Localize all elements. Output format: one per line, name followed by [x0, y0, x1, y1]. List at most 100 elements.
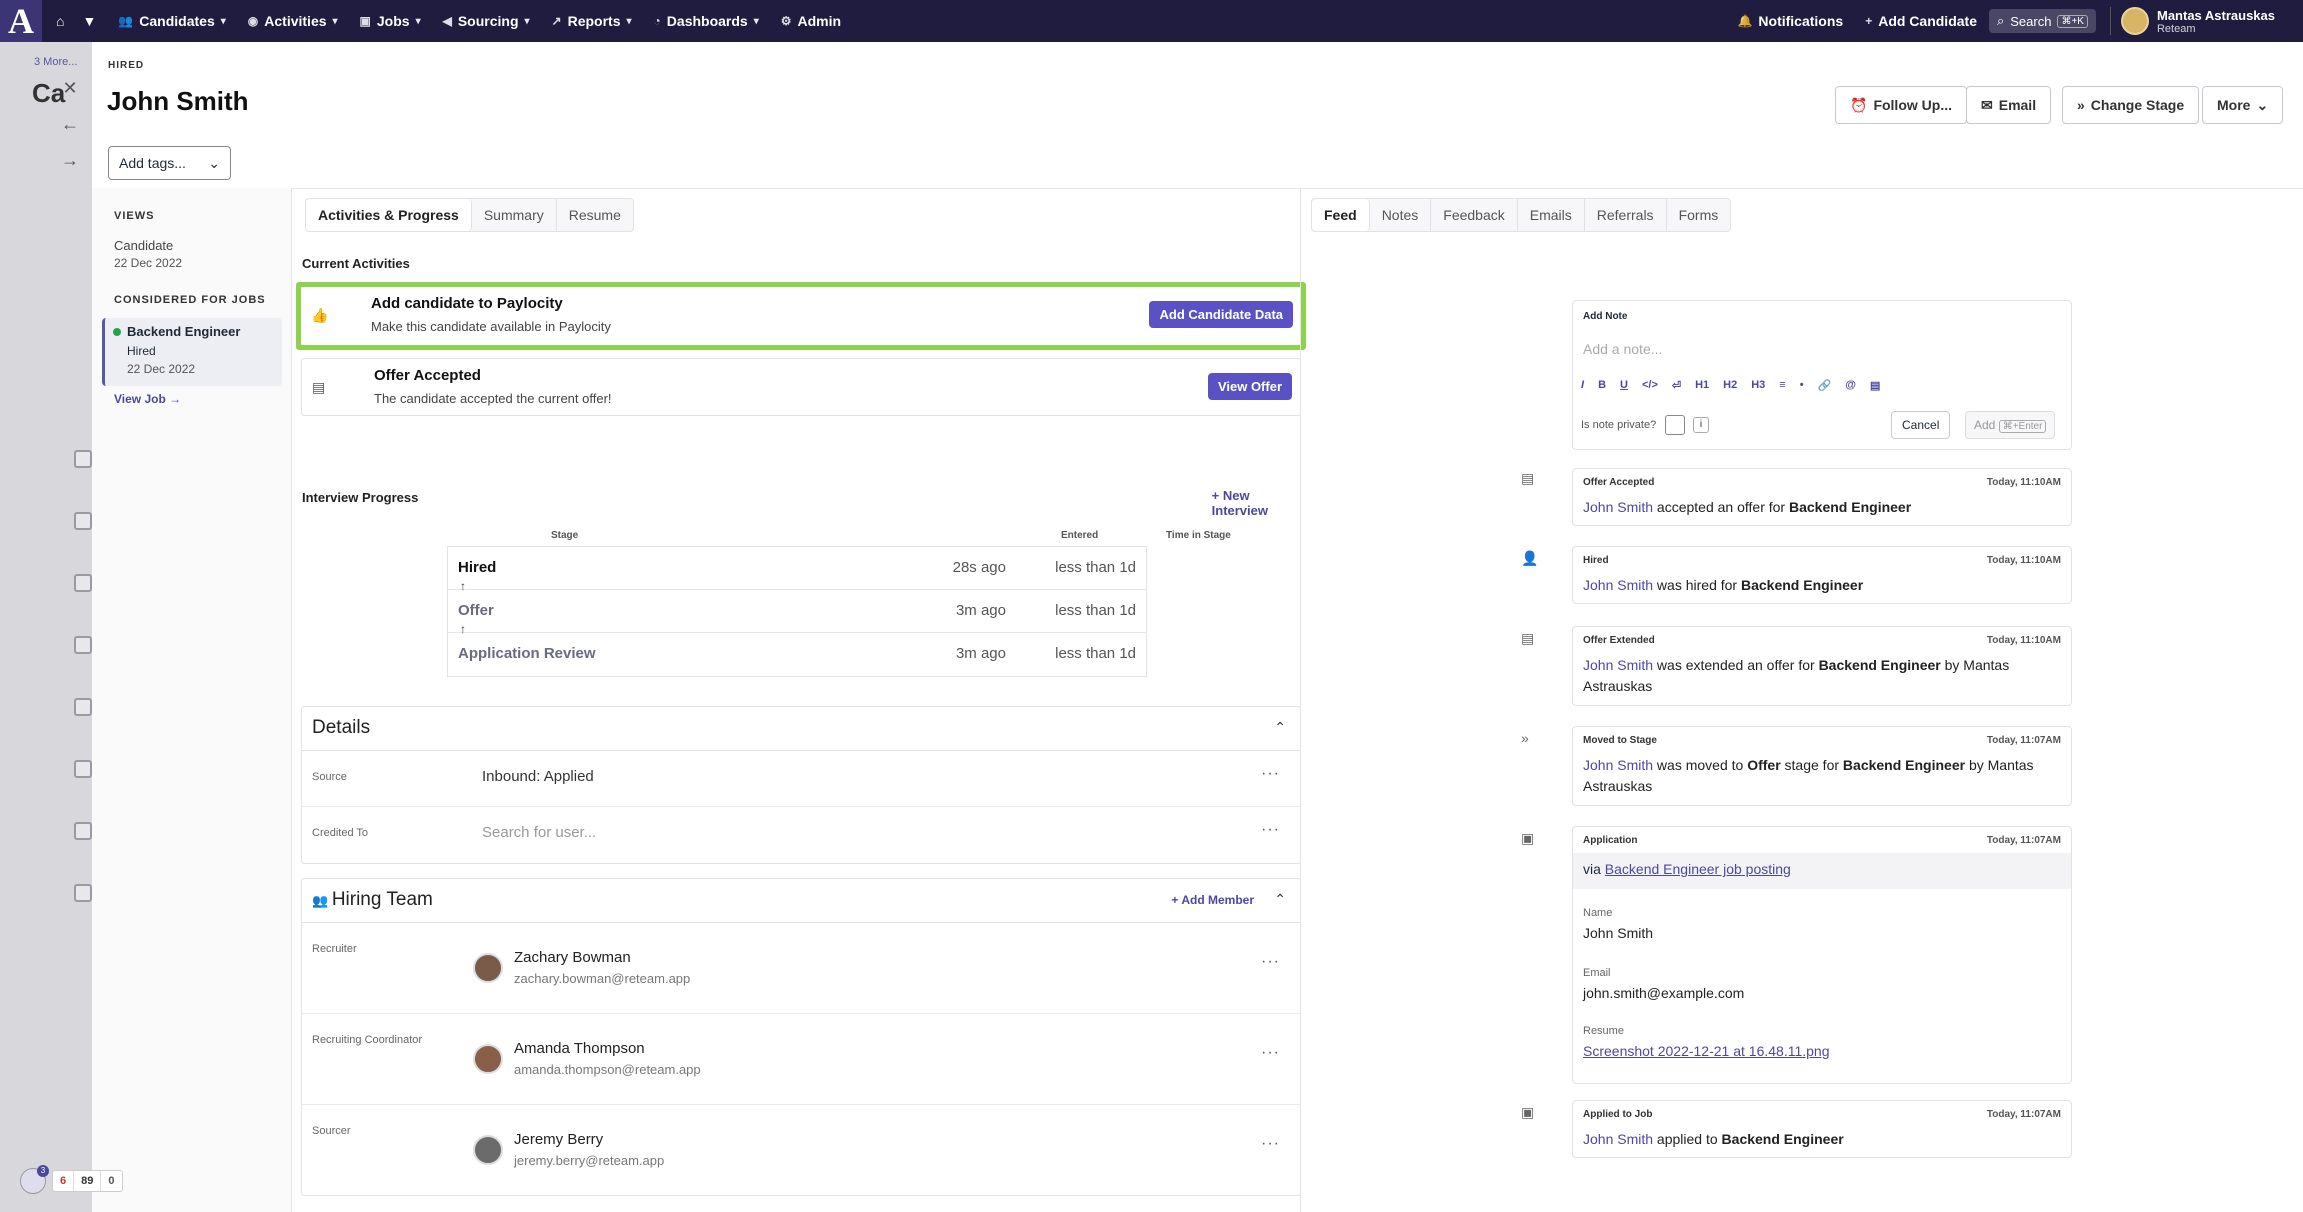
add-member-button[interactable]: + Add Member	[1171, 893, 1254, 907]
nav-reports[interactable]: ↗ Reports ▾	[552, 13, 632, 29]
resume-link[interactable]: Screenshot 2022-12-21 at 16.48.11.png	[1583, 1043, 1829, 1059]
search-button[interactable]: ⌕ Search ⌘+K	[1988, 9, 2096, 33]
add-candidate-data-button[interactable]: Add Candidate Data	[1149, 301, 1293, 328]
time-header: Time in Stage	[1166, 530, 1231, 541]
considered-heading: CONSIDERED FOR JOBS	[114, 294, 266, 306]
tab-notes[interactable]: Notes	[1370, 199, 1432, 231]
row-checkbox[interactable]	[74, 512, 92, 530]
details-header[interactable]: Details ⌃	[302, 707, 1300, 751]
view-job-link[interactable]: View Job →	[114, 392, 181, 406]
note-input[interactable]: Add a note...	[1583, 341, 1662, 357]
ordered-list-icon[interactable]: ≡	[1779, 379, 1785, 392]
tab-feedback[interactable]: Feedback	[1431, 199, 1518, 231]
stage-time: less than 1d	[1055, 559, 1136, 576]
tab-activities-progress[interactable]: Activities & Progress	[306, 199, 472, 231]
user-menu[interactable]: Mantas Astrauskas Reteam	[2109, 7, 2275, 35]
candidate-link[interactable]: John Smith	[1583, 499, 1653, 515]
candidate-link[interactable]: John Smith	[1583, 1131, 1653, 1147]
feed-item: Offer Extended Today, 11:10AM John Smith…	[1572, 626, 2072, 706]
underline-icon[interactable]: U	[1620, 379, 1628, 392]
job-posting-link[interactable]: Backend Engineer job posting	[1605, 861, 1791, 877]
row-checkbox[interactable]	[74, 574, 92, 592]
bullet-list-icon[interactable]: •	[1800, 379, 1804, 392]
tab-summary[interactable]: Summary	[472, 199, 557, 231]
tab-resume[interactable]: Resume	[557, 199, 633, 231]
hiring-team-section: 👥 Hiring Team + Add Member ⌃ Recruiter Z…	[301, 878, 1301, 1196]
filter-icon[interactable]: ▼	[82, 13, 96, 29]
heading1-icon[interactable]: H1	[1695, 379, 1709, 392]
more-dots-icon[interactable]: ···	[1261, 821, 1280, 839]
job-card[interactable]: Backend Engineer Hired 22 Dec 2022	[102, 318, 282, 386]
feed-item-label: Hired	[1583, 555, 1609, 566]
link-icon[interactable]: 🔗	[1818, 379, 1832, 392]
nav-admin[interactable]: ⚙ Admin	[781, 13, 841, 29]
view-offer-button[interactable]: View Offer	[1207, 373, 1292, 400]
nav-jobs[interactable]: ▣ Jobs ▾	[360, 13, 421, 29]
more-dots-icon[interactable]: ···	[1261, 1044, 1280, 1062]
more-dots-icon[interactable]: ···	[1261, 1135, 1280, 1153]
code-block-icon[interactable]: ⏎	[1672, 379, 1681, 392]
breadcrumb-more[interactable]: 3 More...	[34, 56, 77, 68]
feed-item-time: Today, 11:07AM	[1986, 735, 2061, 746]
info-icon[interactable]: i	[1693, 417, 1709, 433]
check-circle-icon: ◉	[247, 14, 259, 28]
tab-emails[interactable]: Emails	[1518, 199, 1585, 231]
credited-to-input[interactable]: Search for user...	[482, 824, 596, 841]
row-checkbox[interactable]	[74, 698, 92, 716]
bold-icon[interactable]: B	[1598, 379, 1606, 392]
new-interview-button[interactable]: + New Interview	[1212, 488, 1268, 518]
mention-icon[interactable]: @	[1845, 379, 1856, 392]
add-candidate-button[interactable]: + Add Candidate	[1865, 13, 1977, 29]
nav-right: 🔔 Notifications + Add Candidate ⌕ Search ⌘+K…	[1715, 0, 2303, 42]
hiring-team-header[interactable]: 👥 Hiring Team + Add Member ⌃	[302, 879, 1300, 923]
chevron-up-icon[interactable]: ⌃	[1274, 891, 1286, 908]
nav-candidates[interactable]: 👥 Candidates ▾	[118, 13, 225, 29]
more-dots-icon[interactable]: ···	[1261, 953, 1280, 971]
row-checkbox[interactable]	[74, 450, 92, 468]
cancel-button[interactable]: Cancel	[1891, 411, 1951, 439]
more-dots-icon[interactable]: ···	[1261, 765, 1280, 783]
add-note-button[interactable]: Add ⌘+Enter	[1965, 411, 2056, 439]
tab-referrals[interactable]: Referrals	[1585, 199, 1667, 231]
tab-feed[interactable]: Feed	[1312, 199, 1370, 231]
nav-activities[interactable]: ◉ Activities ▾	[248, 13, 338, 29]
file-icon[interactable]: ▤	[1870, 379, 1880, 392]
italic-icon[interactable]: I	[1581, 379, 1584, 392]
warning-count: 89	[74, 1171, 102, 1191]
home-icon[interactable]: ⌂	[56, 13, 64, 29]
clipboard-check-icon: ▤	[312, 379, 326, 395]
tags-select[interactable]: Add tags... ⌄	[108, 146, 231, 180]
source-value[interactable]: Inbound: Applied	[482, 768, 594, 785]
stage-time: less than 1d	[1055, 645, 1136, 662]
row-checkbox[interactable]	[74, 636, 92, 654]
row-checkbox[interactable]	[74, 884, 92, 902]
member-role: Sourcer	[312, 1125, 351, 1137]
heading2-icon[interactable]: H2	[1723, 379, 1737, 392]
private-checkbox[interactable]	[1665, 415, 1685, 435]
code-icon[interactable]: </>	[1642, 379, 1658, 392]
chevron-up-icon[interactable]: ⌃	[1274, 719, 1286, 736]
change-stage-button[interactable]: » Change Stage	[2062, 86, 2200, 124]
more-button[interactable]: More ⌄	[2202, 86, 2284, 124]
arrow-left-icon[interactable]: ←	[48, 106, 92, 142]
candidate-view-link[interactable]: Candidate	[114, 238, 173, 253]
tab-forms[interactable]: Forms	[1667, 199, 1731, 231]
nav-dashboards[interactable]: ◔ Dashboards ▾	[654, 13, 759, 29]
row-checkbox[interactable]	[74, 760, 92, 778]
heading3-icon[interactable]: H3	[1751, 379, 1765, 392]
email-button[interactable]: ✉ Email	[1966, 86, 2052, 124]
feed-item-time: Today, 11:07AM	[1986, 835, 2061, 846]
arrow-right-icon[interactable]: →	[48, 142, 92, 178]
close-icon[interactable]: ✕	[48, 70, 92, 106]
follow-up-button[interactable]: ⏰ Follow Up...	[1835, 86, 1967, 124]
candidate-link[interactable]: John Smith	[1583, 657, 1653, 673]
status-counts[interactable]: 6 89 0	[52, 1170, 123, 1192]
nav-sourcing[interactable]: ◀ Sourcing ▾	[443, 13, 530, 29]
candidate-link[interactable]: John Smith	[1583, 757, 1653, 773]
candidate-link[interactable]: John Smith	[1583, 577, 1653, 593]
member-name: Jeremy Berry	[514, 1131, 604, 1148]
app-logo[interactable]: A	[0, 0, 42, 42]
notifications-button[interactable]: 🔔 Notifications	[1737, 13, 1843, 29]
help-icon[interactable]: 3	[20, 1165, 49, 1194]
row-checkbox[interactable]	[74, 822, 92, 840]
